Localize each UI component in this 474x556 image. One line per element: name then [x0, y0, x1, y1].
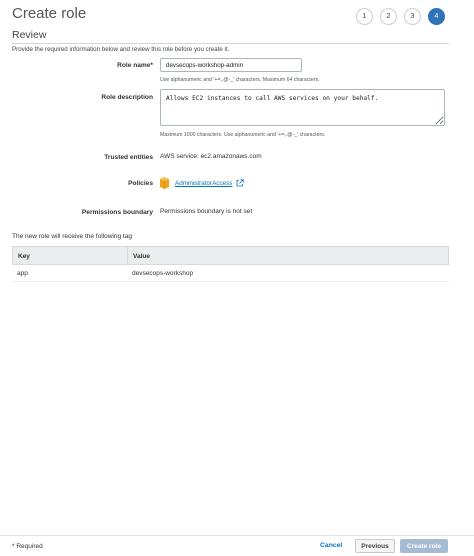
- column-header-key: Key: [13, 247, 128, 264]
- review-heading: Review: [12, 29, 47, 41]
- step-1[interactable]: 1: [356, 8, 373, 25]
- footer-divider: [0, 535, 474, 536]
- external-link-icon[interactable]: [236, 179, 244, 187]
- tag-key-cell: app: [17, 270, 28, 277]
- permissions-boundary-label: Permissions boundary: [81, 209, 153, 216]
- administrator-access-link[interactable]: AdministratorAccess: [175, 180, 232, 187]
- tags-caption: The new role will receive the following …: [12, 233, 132, 240]
- table-row: app devsecops-workshop: [12, 265, 449, 282]
- wizard-steps: 1 2 3 4: [356, 8, 445, 25]
- review-intro: Provide the required information below a…: [12, 46, 230, 53]
- tag-value-cell: devsecops-workshop: [132, 270, 194, 277]
- policy-icon: [160, 177, 169, 189]
- required-note: * Required: [12, 543, 43, 550]
- role-description-hint: Maximum 1000 characters. Use alphanumeri…: [160, 132, 326, 138]
- role-name-hint: Use alphanumeric and '+=,.@-_' character…: [160, 77, 320, 83]
- policies-label: Policies: [128, 180, 153, 187]
- permissions-boundary-value: Permissions boundary is not set: [160, 208, 253, 215]
- step-4-current: 4: [428, 8, 445, 25]
- role-description-label: Role description: [101, 94, 153, 101]
- page-title: Create role: [12, 5, 87, 22]
- section-divider: [12, 43, 449, 44]
- step-2[interactable]: 2: [380, 8, 397, 25]
- trusted-entities-value: AWS service: ec2.amazonaws.com: [160, 153, 262, 160]
- previous-button[interactable]: Previous: [355, 539, 395, 553]
- create-role-button[interactable]: Create role: [400, 539, 448, 553]
- column-header-value: Value: [133, 253, 150, 260]
- cancel-button[interactable]: Cancel: [320, 542, 342, 549]
- tags-table: Key Value app devsecops-workshop: [12, 246, 449, 282]
- tags-table-header: Key Value: [12, 246, 449, 265]
- role-name-input[interactable]: [160, 58, 302, 72]
- trusted-entities-label: Trusted entities: [104, 154, 153, 161]
- role-description-textarea[interactable]: Allows EC2 instances to call AWS service…: [160, 89, 445, 126]
- role-name-label: Role name*: [117, 62, 153, 69]
- step-3[interactable]: 3: [404, 8, 421, 25]
